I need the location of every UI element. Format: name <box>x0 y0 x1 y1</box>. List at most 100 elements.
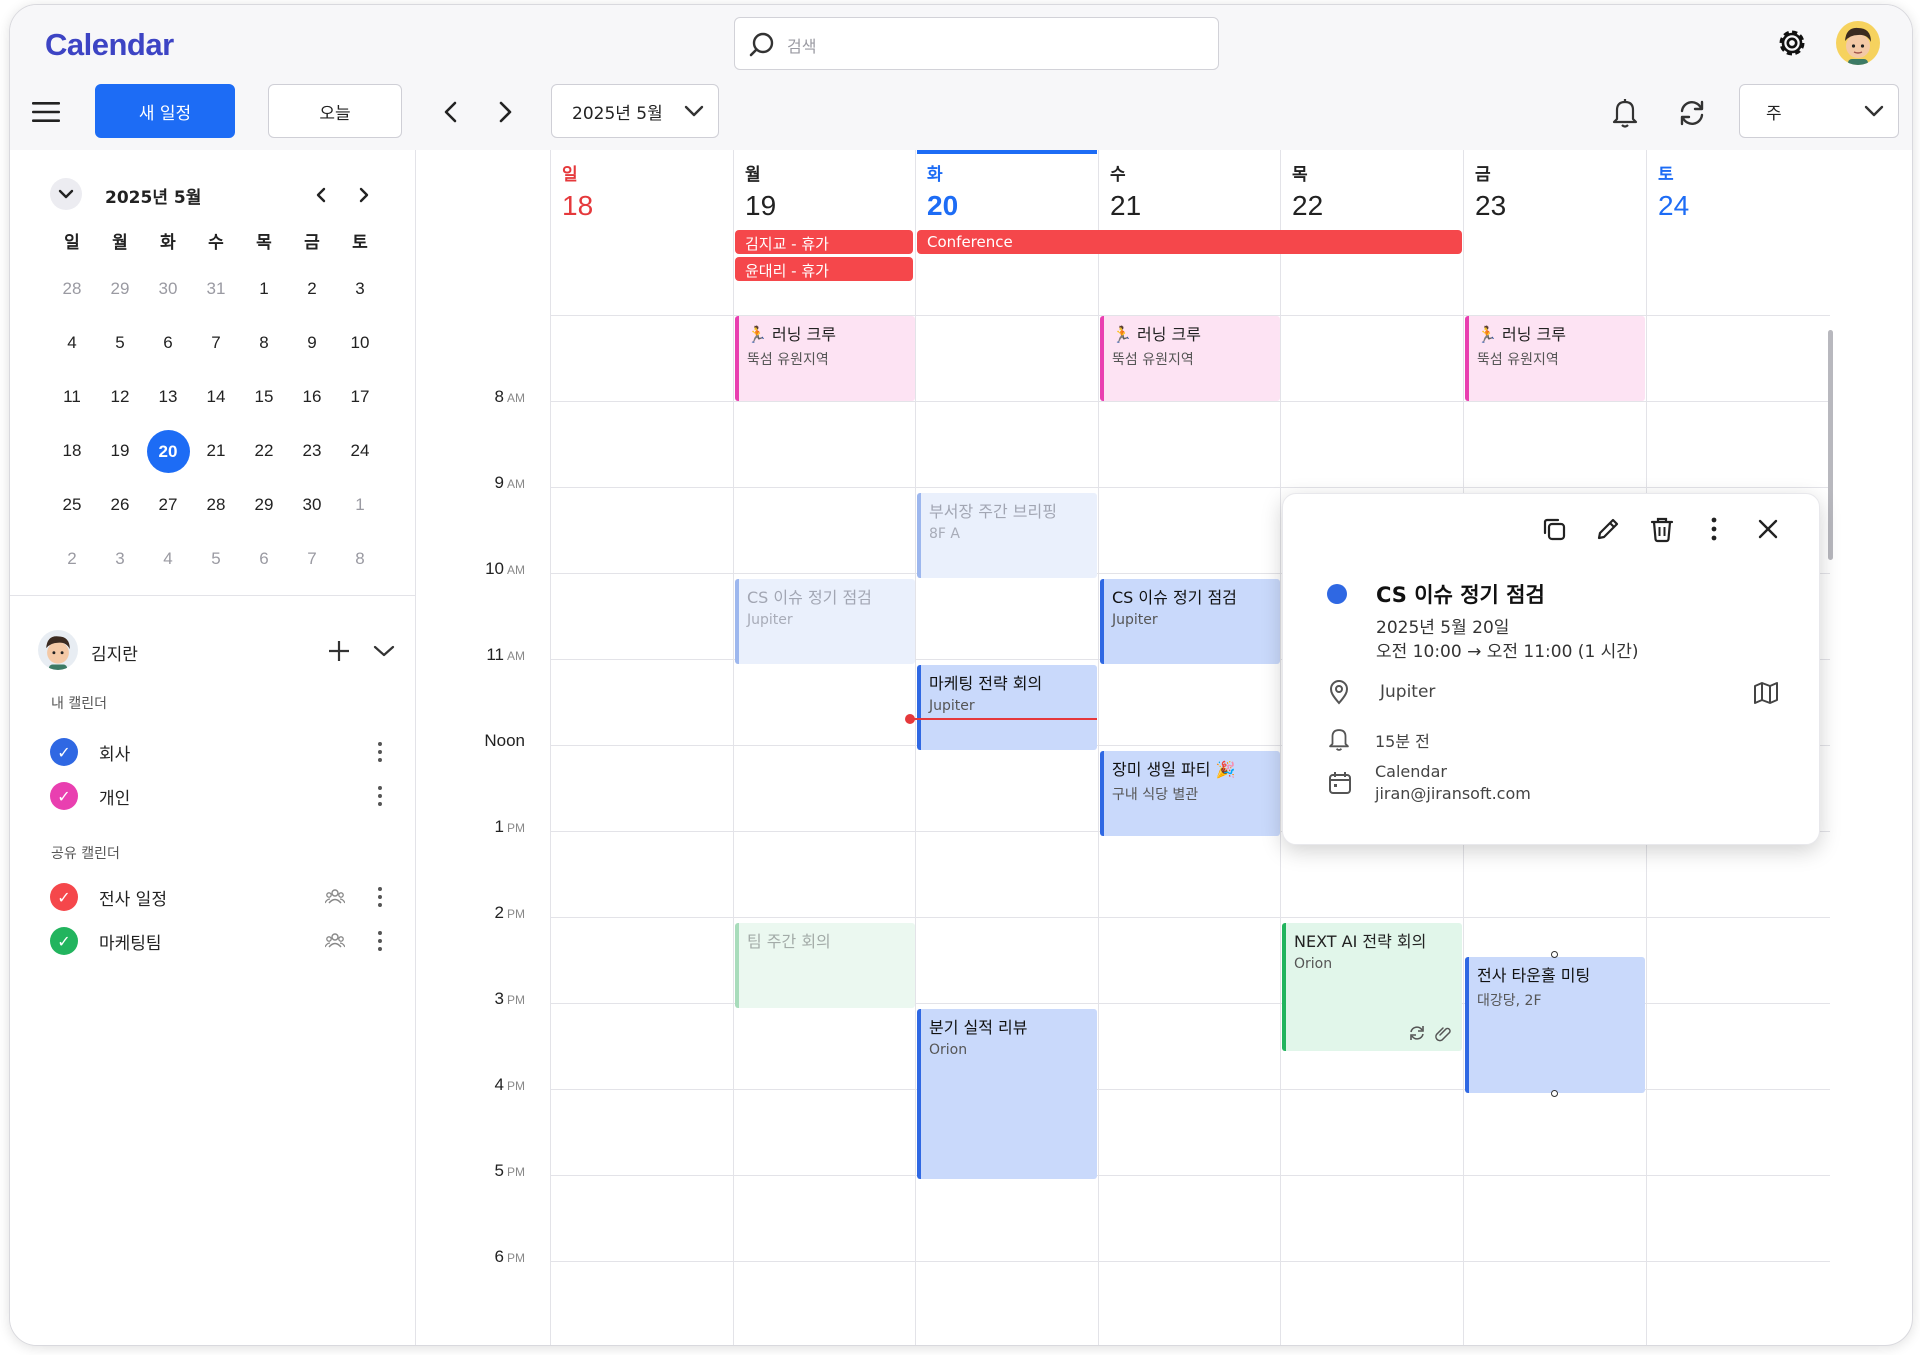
mini-calendar-day[interactable]: 3 <box>336 262 384 316</box>
month-select[interactable]: 2025년 5월 <box>551 84 719 138</box>
mini-calendar-day[interactable]: 27 <box>144 478 192 532</box>
checkmark-icon[interactable]: ✓ <box>50 927 78 955</box>
mini-calendar-day[interactable]: 31 <box>192 262 240 316</box>
calendar-options-button[interactable] <box>370 882 390 912</box>
mini-calendar-day[interactable]: 4 <box>48 316 96 370</box>
mini-calendar-day[interactable]: 21 <box>192 424 240 478</box>
calendar-item[interactable]: ✓ 마케팅팀 <box>50 926 390 956</box>
calendar-item[interactable]: ✓ 회사 <box>50 737 390 767</box>
mini-calendar-day[interactable]: 15 <box>240 370 288 424</box>
mini-calendar-day[interactable]: 29 <box>240 478 288 532</box>
next-week-button[interactable] <box>490 97 520 127</box>
event-cs-check[interactable]: CS 이슈 정기 점검 Jupiter <box>735 579 915 664</box>
more-options-button[interactable] <box>1697 512 1731 546</box>
event-quarterly-review[interactable]: 분기 실적 리뷰 Orion <box>917 1009 1097 1179</box>
menu-button[interactable] <box>28 97 64 127</box>
resize-handle-bottom[interactable] <box>1551 1090 1558 1097</box>
view-select[interactable]: 주 <box>1739 84 1899 138</box>
resize-handle-top[interactable] <box>1551 951 1558 958</box>
mini-calendar-day[interactable]: 6 <box>240 532 288 586</box>
day-header[interactable]: 월 19 <box>733 150 915 230</box>
calendar-options-button[interactable] <box>370 737 390 767</box>
event-birthday-party[interactable]: 장미 생일 파티 🎉 구내 식당 별관 <box>1100 751 1280 836</box>
event-townhall[interactable]: 전사 타운홀 미팅 대강당, 2F <box>1465 957 1645 1093</box>
mini-calendar-day[interactable]: 28 <box>48 262 96 316</box>
delete-button[interactable] <box>1645 512 1679 546</box>
mini-calendar-next-button[interactable] <box>351 182 377 208</box>
duplicate-button[interactable] <box>1537 512 1571 546</box>
prev-week-button[interactable] <box>436 97 466 127</box>
mini-calendar-day[interactable]: 5 <box>96 316 144 370</box>
event-running-crew[interactable]: 🏃 러닝 크루 뚝섬 유원지역 <box>1100 316 1280 401</box>
event-running-crew[interactable]: 🏃 러닝 크루 뚝섬 유원지역 <box>1465 316 1645 401</box>
mini-calendar-day[interactable]: 7 <box>288 532 336 586</box>
checkmark-icon[interactable]: ✓ <box>50 738 78 766</box>
close-button[interactable] <box>1751 512 1785 546</box>
day-header[interactable]: 화 20 <box>915 150 1097 230</box>
event-next-ai-strategy[interactable]: NEXT AI 전략 회의 Orion <box>1282 923 1462 1051</box>
calendar-item[interactable]: ✓ 전사 일정 <box>50 882 390 912</box>
day-header[interactable]: 토 24 <box>1646 150 1828 230</box>
mini-calendar-day[interactable]: 12 <box>96 370 144 424</box>
event-running-crew[interactable]: 🏃 러닝 크루 뚝섬 유원지역 <box>735 316 915 401</box>
all-day-event[interactable]: Conference <box>917 230 1462 254</box>
day-header[interactable]: 목 22 <box>1280 150 1462 230</box>
mini-calendar-day[interactable]: 22 <box>240 424 288 478</box>
mini-calendar-day[interactable]: 10 <box>336 316 384 370</box>
mini-calendar-day[interactable]: 3 <box>96 532 144 586</box>
mini-calendar-day[interactable]: 8 <box>336 532 384 586</box>
all-day-event[interactable]: 김지교 - 휴가 <box>735 230 913 254</box>
mini-calendar-day[interactable]: 7 <box>192 316 240 370</box>
event-cs-check[interactable]: CS 이슈 정기 점검 Jupiter <box>1100 579 1280 664</box>
event-marketing-strategy[interactable]: 마케팅 전략 회의 Jupiter <box>917 665 1097 750</box>
all-day-event[interactable]: 윤대리 - 휴가 <box>735 257 913 281</box>
mini-calendar-day[interactable]: 13 <box>144 370 192 424</box>
mini-calendar-collapse-button[interactable] <box>50 178 82 210</box>
mini-calendar-day[interactable]: 30 <box>288 478 336 532</box>
day-header[interactable]: 금 23 <box>1463 150 1645 230</box>
event-team-weekly[interactable]: 팀 주간 회의 <box>735 923 915 1008</box>
mini-calendar-day[interactable]: 26 <box>96 478 144 532</box>
mini-calendar-day[interactable]: 1 <box>336 478 384 532</box>
edit-button[interactable] <box>1591 512 1625 546</box>
mini-calendar-day[interactable]: 14 <box>192 370 240 424</box>
map-button[interactable] <box>1749 676 1783 710</box>
calendar-options-button[interactable] <box>370 926 390 956</box>
settings-button[interactable] <box>1772 23 1812 63</box>
mini-calendar-day[interactable]: 19 <box>96 424 144 478</box>
add-calendar-button[interactable] <box>324 636 354 666</box>
mini-calendar-day[interactable]: 17 <box>336 370 384 424</box>
checkmark-icon[interactable]: ✓ <box>50 883 78 911</box>
mini-calendar-day[interactable]: 24 <box>336 424 384 478</box>
mini-calendar-day[interactable]: 4 <box>144 532 192 586</box>
event-manager-briefing[interactable]: 부서장 주간 브리핑 8F A <box>917 493 1097 578</box>
mini-calendar-day[interactable]: 8 <box>240 316 288 370</box>
search-input[interactable]: 검색 <box>734 17 1219 70</box>
mini-calendar-day[interactable]: 30 <box>144 262 192 316</box>
mini-calendar-day[interactable]: 6 <box>144 316 192 370</box>
mini-calendar-day[interactable]: 2 <box>48 532 96 586</box>
checkmark-icon[interactable]: ✓ <box>50 782 78 810</box>
mini-calendar-day[interactable]: 5 <box>192 532 240 586</box>
mini-calendar-prev-button[interactable] <box>308 182 334 208</box>
calendar-list-collapse-button[interactable] <box>369 636 399 666</box>
new-event-button[interactable]: 새 일정 <box>95 84 235 138</box>
mini-calendar-day[interactable]: 28 <box>192 478 240 532</box>
mini-calendar-day[interactable]: 1 <box>240 262 288 316</box>
mini-calendar-day[interactable]: 29 <box>96 262 144 316</box>
mini-calendar-day[interactable]: 9 <box>288 316 336 370</box>
day-header[interactable]: 수 21 <box>1098 150 1280 230</box>
mini-calendar-day[interactable]: 23 <box>288 424 336 478</box>
refresh-button[interactable] <box>1672 93 1712 133</box>
calendar-options-button[interactable] <box>370 781 390 811</box>
mini-calendar-day[interactable]: 16 <box>288 370 336 424</box>
calendar-item[interactable]: ✓ 개인 <box>50 781 390 811</box>
mini-calendar-day[interactable]: 25 <box>48 478 96 532</box>
mini-calendar-day[interactable]: 11 <box>48 370 96 424</box>
day-header[interactable]: 일 18 <box>550 150 732 230</box>
scrollbar-thumb[interactable] <box>1828 330 1833 560</box>
mini-calendar-day[interactable]: 2 <box>288 262 336 316</box>
avatar[interactable] <box>1836 21 1880 65</box>
today-button[interactable]: 오늘 <box>268 84 402 138</box>
mini-calendar-day[interactable]: 18 <box>48 424 96 478</box>
